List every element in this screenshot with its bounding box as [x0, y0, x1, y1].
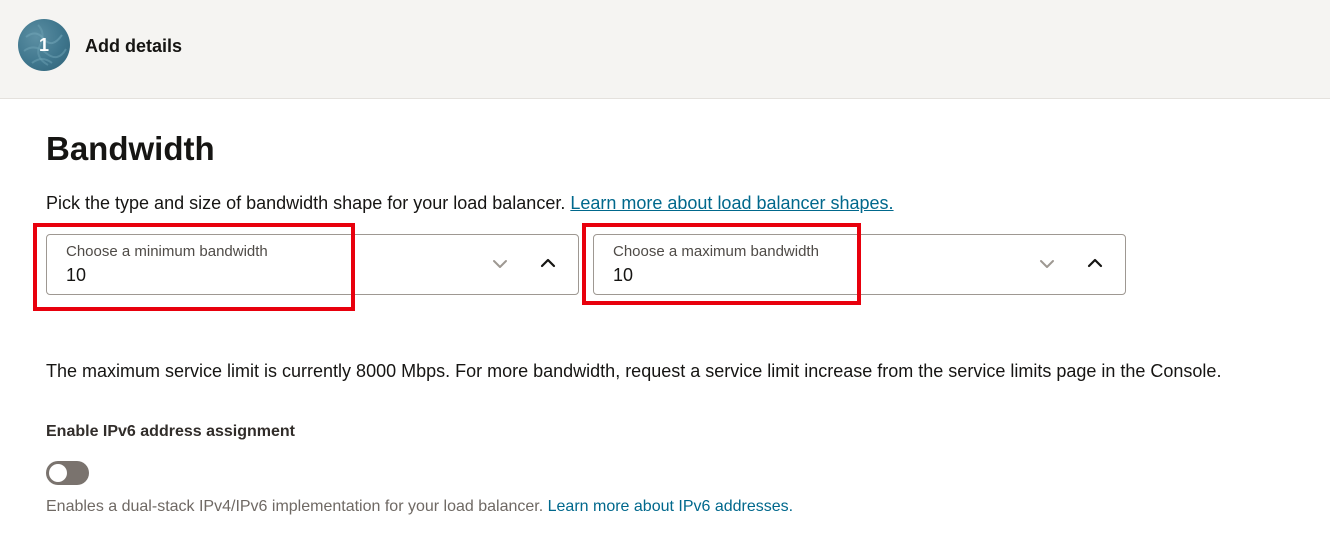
- bandwidth-description: Pick the type and size of bandwidth shap…: [46, 193, 894, 214]
- section-title: Bandwidth: [46, 130, 215, 167]
- service-limit-text: The maximum service limit is currently 8…: [46, 361, 1222, 381]
- chevron-down-icon[interactable]: [491, 257, 509, 271]
- chevron-down-icon[interactable]: [1038, 257, 1056, 271]
- max-bandwidth-select[interactable]: Choose a maximum bandwidth 10: [593, 234, 1126, 295]
- ipv6-helper-text: Enables a dual-stack IPv4/IPv6 implement…: [46, 498, 544, 515]
- toggle-knob: [49, 464, 67, 482]
- step-title: Add details: [85, 36, 183, 56]
- min-bandwidth-label: Choose a minimum bandwidth: [66, 243, 268, 260]
- learn-more-ipv6-link[interactable]: Learn more about IPv6 addresses.: [548, 498, 793, 515]
- ipv6-helper: Enables a dual-stack IPv4/IPv6 implement…: [46, 498, 793, 516]
- step-number: 1: [38, 35, 49, 55]
- wizard-header: 1 Add details: [0, 0, 1330, 99]
- min-bandwidth-select[interactable]: Choose a minimum bandwidth 10: [46, 234, 579, 295]
- max-bandwidth-value[interactable]: 10: [613, 265, 633, 286]
- step-indicator: 1: [18, 19, 70, 71]
- min-bandwidth-value[interactable]: 10: [66, 265, 86, 286]
- chevron-up-icon[interactable]: [539, 256, 557, 270]
- ipv6-toggle-label: Enable IPv6 address assignment: [46, 423, 295, 440]
- learn-more-shapes-link[interactable]: Learn more about load balancer shapes.: [570, 193, 893, 213]
- max-bandwidth-label: Choose a maximum bandwidth: [613, 243, 819, 260]
- chevron-up-icon[interactable]: [1086, 256, 1104, 270]
- ipv6-toggle[interactable]: [46, 461, 89, 485]
- bandwidth-description-text: Pick the type and size of bandwidth shap…: [46, 193, 566, 213]
